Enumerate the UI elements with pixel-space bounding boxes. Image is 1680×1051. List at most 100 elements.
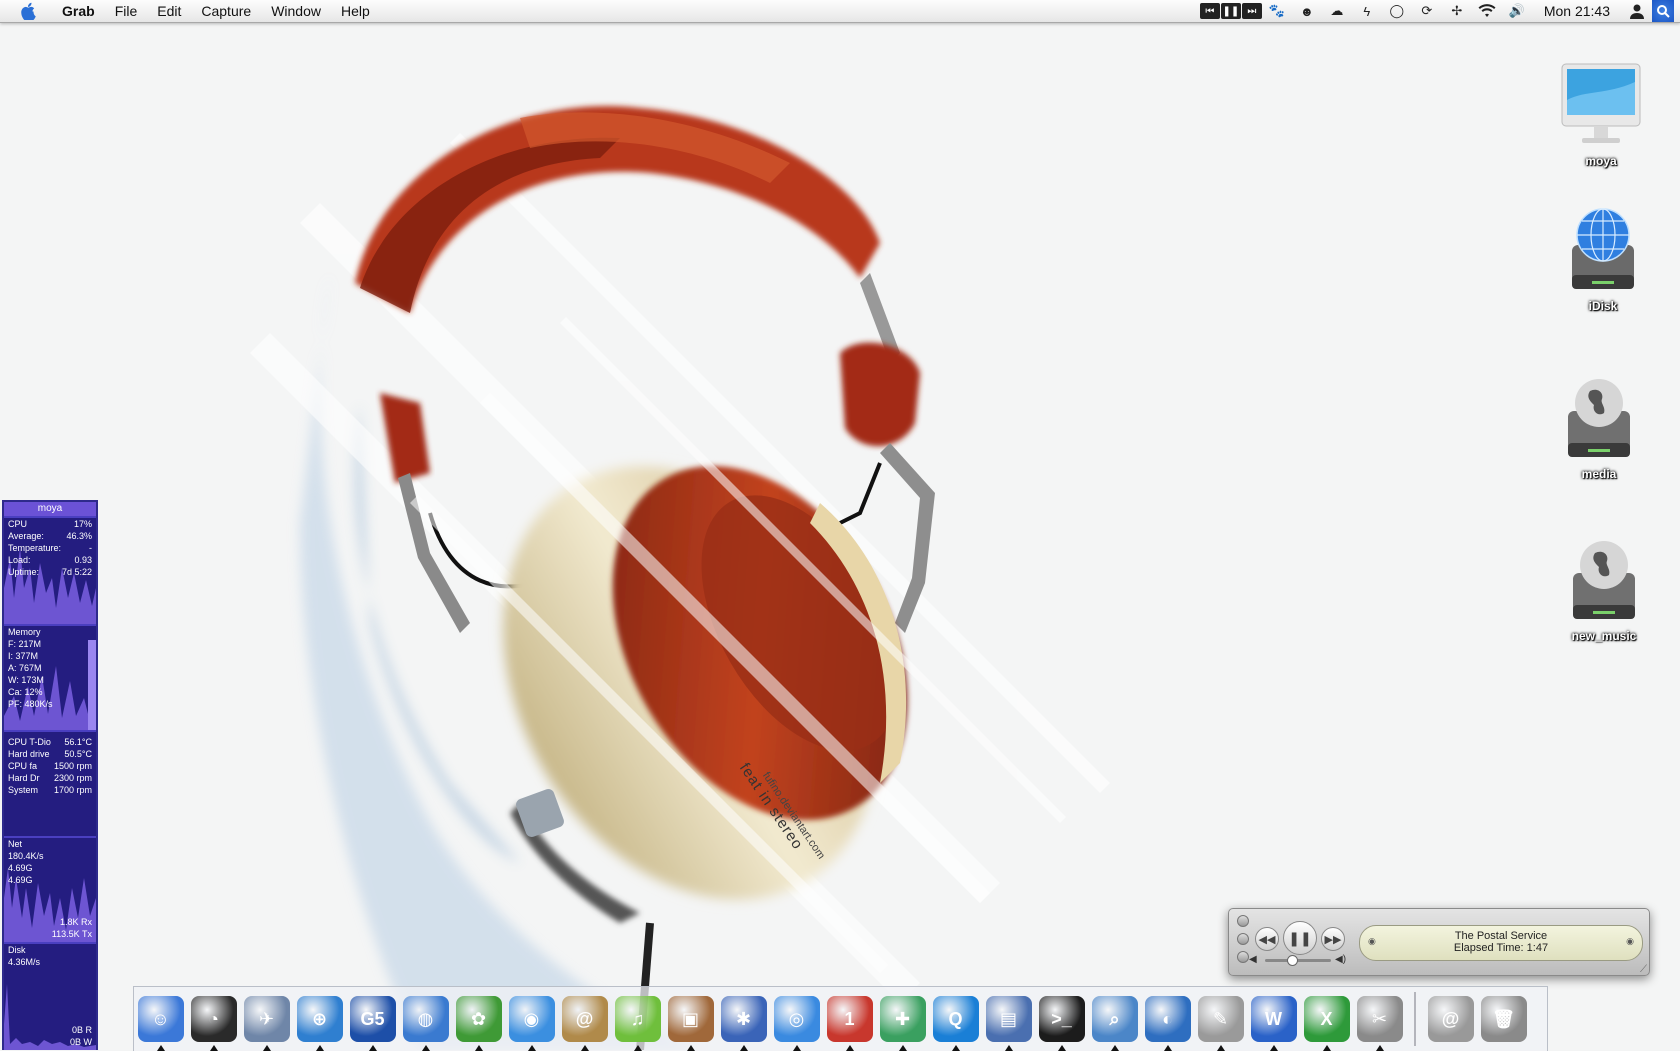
volume-high-icon: ◀): [1335, 954, 1347, 965]
previous-button[interactable]: ◀◀: [1255, 927, 1279, 951]
net-title: Net: [8, 839, 23, 849]
dock-item-g5[interactable]: G5: [346, 987, 399, 1051]
network-utility-icon: ◐: [1144, 996, 1191, 1042]
dock-item-dashboard[interactable]: ◔: [187, 987, 240, 1051]
menu-app-name[interactable]: Grab: [54, 0, 105, 22]
menu-window[interactable]: Window: [261, 0, 331, 22]
ichat-icon: ◉: [508, 996, 555, 1042]
desktop-icon-media[interactable]: media: [1544, 373, 1654, 483]
desktop-icon-label: iDisk: [1588, 299, 1618, 313]
dock-item-terminal[interactable]: >_: [1035, 987, 1088, 1051]
dock-item-mail[interactable]: ✈: [240, 987, 293, 1051]
dock-item-finder[interactable]: ☺: [134, 987, 187, 1051]
desktop-icon-new-music[interactable]: new_music: [1549, 535, 1659, 645]
textedit-icon: ✎: [1197, 996, 1244, 1042]
dock-item-at-sign[interactable]: @: [1424, 987, 1477, 1051]
itunes-display[interactable]: ◉ The Postal Service Elapsed Time: 1:47 …: [1359, 925, 1643, 961]
previous-track-icon[interactable]: ⏮: [1199, 3, 1220, 19]
volume-low-icon: ◀: [1249, 954, 1257, 965]
snapback-icon[interactable]: ◉: [1626, 936, 1634, 947]
spotlight-icon[interactable]: [1652, 0, 1674, 22]
preview-icon: ▤: [985, 996, 1032, 1042]
zoom-button[interactable]: [1237, 951, 1249, 963]
dock-item-safari[interactable]: ⊕: [293, 987, 346, 1051]
dock-item-camino[interactable]: ✚: [876, 987, 929, 1051]
network-globe-icon: ◍: [402, 996, 449, 1042]
menu-file[interactable]: File: [105, 0, 148, 22]
dock-item-ichat[interactable]: ◉: [505, 987, 558, 1051]
paw-icon[interactable]: 🐾: [1266, 0, 1288, 22]
minimize-button[interactable]: [1237, 933, 1249, 945]
dock-item-ical[interactable]: 1: [823, 987, 876, 1051]
dock-item-network-utility[interactable]: ◐: [1141, 987, 1194, 1051]
running-indicator: [845, 1045, 854, 1051]
dock-item-scissors[interactable]: ✂: [1353, 987, 1406, 1051]
menu-bar: Grab File Edit Capture Window Help ⏮ ❚❚ …: [0, 0, 1680, 23]
user-icon[interactable]: [1626, 0, 1648, 22]
pause-icon[interactable]: ❚❚: [1220, 3, 1241, 19]
next-button[interactable]: ▶▶: [1321, 927, 1345, 951]
wifi-icon[interactable]: [1476, 0, 1498, 22]
apple-menu-icon[interactable]: [18, 2, 40, 20]
running-indicator: [209, 1045, 218, 1051]
fast-forward-icon: ▶▶: [1324, 933, 1342, 946]
next-track-icon[interactable]: ⏭: [1241, 3, 1262, 19]
close-button[interactable]: [1237, 915, 1249, 927]
safari-icon: ⊕: [296, 996, 343, 1042]
dock-item-dvd[interactable]: ◎: [770, 987, 823, 1051]
status-menus: ⏮ ❚❚ ⏭ 🐾 ☻ ☁ ϟ ◯ ⟳ ✢ 🔊 Mon 21:43: [1199, 0, 1680, 22]
system-monitor-widget[interactable]: moya CPU 17% Average: 46.3% Temperature: - …: [2, 500, 98, 1050]
volume-knob[interactable]: [1286, 955, 1298, 966]
menu-capture[interactable]: Capture: [191, 0, 261, 22]
running-indicator: [1216, 1045, 1225, 1051]
dock-item-textedit[interactable]: ✎: [1194, 987, 1247, 1051]
volume-icon[interactable]: 🔊: [1506, 0, 1528, 22]
desktop-icon-idisk[interactable]: iDisk: [1548, 205, 1658, 315]
dock-item-trash[interactable]: 🗑: [1477, 987, 1530, 1051]
adium-duck-icon: ✿: [455, 996, 502, 1042]
dock-item-preview[interactable]: ▤: [982, 987, 1035, 1051]
dock-item-word[interactable]: W: [1247, 987, 1300, 1051]
running-indicator: [1322, 1045, 1331, 1051]
dock-item-magnifier[interactable]: ⌕: [1088, 987, 1141, 1051]
camino-icon: ✚: [879, 996, 926, 1042]
dock-item-imovie[interactable]: ✱: [717, 987, 770, 1051]
running-indicator: [633, 1045, 642, 1051]
itunes-mini-player[interactable]: ◀◀ ❚❚ ▶▶ ◀ ◀) ◉ The Postal Service Elaps…: [1228, 908, 1650, 976]
resize-grip-icon[interactable]: ⟋: [1640, 964, 1647, 975]
sync-icon[interactable]: ⟳: [1416, 0, 1438, 22]
menu-help[interactable]: Help: [331, 0, 380, 22]
mail-icon: ✈: [243, 996, 290, 1042]
alien-icon[interactable]: ☻: [1296, 0, 1318, 22]
running-indicator: [1004, 1045, 1013, 1051]
dock-item-excel[interactable]: X: [1300, 987, 1353, 1051]
bolt-icon[interactable]: ϟ: [1356, 0, 1378, 22]
dock-item-address-book[interactable]: @: [558, 987, 611, 1051]
desktop-icon-label: moya: [1585, 154, 1617, 168]
magnifier-icon: ⌕: [1091, 996, 1138, 1042]
dock-item-network-globe[interactable]: ◍: [399, 987, 452, 1051]
volume-slider[interactable]: [1265, 955, 1331, 966]
menu-clock[interactable]: Mon 21:43: [1532, 3, 1622, 19]
pause-icon: ❚❚: [1288, 929, 1312, 946]
g5-icon: G5: [349, 996, 396, 1042]
running-indicator: [898, 1045, 907, 1051]
desktop-icon-moya[interactable]: moya: [1546, 60, 1656, 170]
disk-read: 0B R: [71, 1025, 92, 1035]
running-indicator: [156, 1045, 165, 1051]
running-indicator: [1110, 1045, 1119, 1051]
menu-edit[interactable]: Edit: [147, 0, 191, 22]
dock-item-itunes[interactable]: ♫: [611, 987, 664, 1051]
dock-item-iphoto[interactable]: ▣: [664, 987, 717, 1051]
address-book-icon: @: [561, 996, 608, 1042]
dock-item-quicktime[interactable]: Q: [929, 987, 982, 1051]
iphoto-icon: ▣: [667, 996, 714, 1042]
dock-item-adium-duck[interactable]: ✿: [452, 987, 505, 1051]
weather-icon[interactable]: ☁: [1326, 0, 1348, 22]
chat-bubble-icon[interactable]: ◯: [1386, 0, 1408, 22]
running-indicator: [1269, 1045, 1278, 1051]
pause-button[interactable]: ❚❚: [1283, 921, 1317, 955]
running-indicator: [421, 1045, 430, 1051]
memory-title: Memory: [8, 627, 41, 637]
bluetooth-icon[interactable]: ✢: [1446, 0, 1468, 22]
